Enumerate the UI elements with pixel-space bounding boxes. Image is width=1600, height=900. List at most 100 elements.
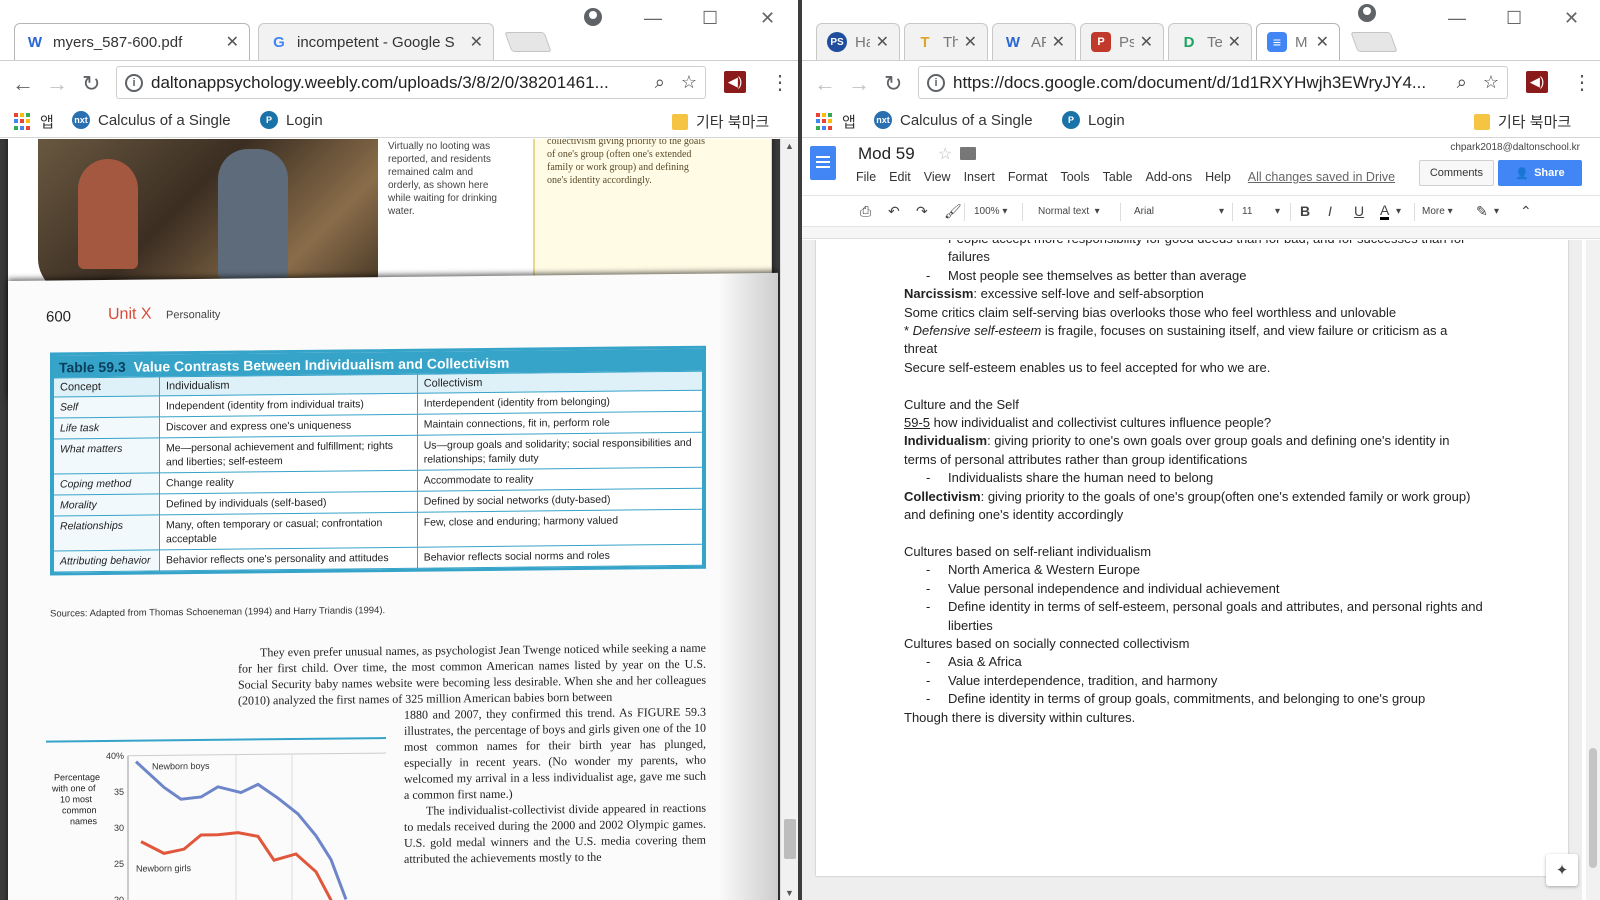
tab-4[interactable]: P Ps ✕: [1080, 23, 1164, 60]
bookmark-other[interactable]: 기타 북마크: [1474, 111, 1571, 132]
italic-icon[interactable]: I: [1328, 203, 1332, 219]
speaker-extension-icon[interactable]: ◀): [724, 71, 746, 93]
tab-pdf[interactable]: W myers_587-600.pdf ✕: [14, 23, 250, 60]
menu-edit[interactable]: Edit: [889, 170, 911, 184]
print-icon[interactable]: ⎙: [860, 203, 871, 220]
editing-mode-icon[interactable]: ✎: [1476, 203, 1488, 220]
text-color-icon[interactable]: A: [1380, 203, 1390, 220]
close-icon[interactable]: ✕: [470, 32, 483, 52]
style-select[interactable]: Normal text ▾: [1038, 206, 1100, 217]
maximize-icon[interactable]: ☐: [1506, 8, 1522, 29]
bookmark-star-icon[interactable]: ☆: [1483, 72, 1499, 93]
star-icon[interactable]: ☆: [938, 144, 952, 164]
menu-view[interactable]: View: [924, 170, 951, 184]
forward-icon[interactable]: →: [848, 71, 870, 97]
bookmark-login[interactable]: P Login: [1062, 111, 1125, 129]
scroll-thumb[interactable]: [1589, 748, 1597, 868]
bookmark-other[interactable]: 기타 북마크: [672, 111, 769, 132]
menu-file[interactable]: File: [856, 170, 876, 184]
menu-tools[interactable]: Tools: [1060, 170, 1089, 184]
ruler[interactable]: [802, 227, 1600, 239]
chevron-down-icon[interactable]: ▾: [1396, 206, 1401, 217]
tab-2[interactable]: T Th ✕: [904, 23, 988, 60]
doc-link[interactable]: 59-5: [904, 415, 930, 430]
close-icon[interactable]: ✕: [1228, 32, 1241, 52]
address-bar[interactable]: i https://docs.google.com/document/d/1d1…: [918, 66, 1508, 99]
explore-icon[interactable]: ✦: [1546, 854, 1578, 886]
menu-icon[interactable]: ⋮: [770, 70, 790, 95]
back-icon[interactable]: ←: [814, 71, 836, 97]
undo-icon[interactable]: ↶: [888, 203, 900, 220]
zoom-icon[interactable]: ⌕: [655, 72, 665, 93]
back-icon[interactable]: ←: [12, 71, 34, 97]
close-window-icon[interactable]: ✕: [760, 8, 775, 29]
minimize-icon[interactable]: —: [644, 8, 662, 29]
bookmark-apps[interactable]: 앱: [816, 111, 856, 132]
forward-icon[interactable]: →: [46, 71, 68, 97]
chevron-down-icon[interactable]: ▾: [1494, 206, 1499, 217]
info-icon[interactable]: i: [125, 73, 143, 92]
reload-icon[interactable]: ↻: [884, 71, 902, 97]
tab-3[interactable]: W AF ✕: [992, 23, 1076, 60]
bookmark-calculus[interactable]: nxt Calculus of a Single: [72, 111, 231, 129]
tab-6[interactable]: ≡ M ✕: [1256, 23, 1340, 60]
scroll-down-icon[interactable]: ▼: [785, 888, 794, 898]
underline-icon[interactable]: U: [1354, 203, 1364, 219]
close-window-icon[interactable]: ✕: [1564, 8, 1579, 29]
minimize-icon[interactable]: —: [1448, 8, 1466, 29]
bookmark-login[interactable]: P Login: [260, 111, 323, 129]
scroll-up-icon[interactable]: ▲: [785, 141, 794, 151]
docs-canvas[interactable]: People accept more responsibility for go…: [802, 240, 1582, 900]
save-status[interactable]: All changes saved in Drive: [1248, 170, 1395, 184]
scroll-thumb[interactable]: [784, 819, 796, 859]
account-email[interactable]: chpark2018@daltonschool.kr: [1450, 142, 1580, 153]
menu-insert[interactable]: Insert: [964, 170, 995, 184]
profile-icon[interactable]: [1358, 4, 1376, 22]
photo-caption: earthquake and tsunami. Virtually no loo…: [388, 141, 497, 217]
new-tab-button[interactable]: [1350, 32, 1398, 52]
menu-add-ons[interactable]: Add-ons: [1146, 170, 1193, 184]
comments-button[interactable]: Comments: [1418, 160, 1494, 186]
tab-google-search[interactable]: G incompetent - Google S ✕: [258, 23, 494, 60]
close-icon[interactable]: ✕: [876, 32, 889, 52]
docs-scrollbar[interactable]: [1586, 240, 1600, 900]
doc-title[interactable]: Mod 59: [858, 144, 915, 164]
bookmark-star-icon[interactable]: ☆: [681, 72, 697, 93]
more-button[interactable]: More ▾: [1422, 206, 1453, 217]
share-button[interactable]: 👤 Share: [1498, 160, 1582, 186]
weebly-favicon-icon: W: [27, 33, 43, 51]
close-icon[interactable]: ✕: [1140, 32, 1153, 52]
maximize-icon[interactable]: ☐: [702, 8, 718, 29]
close-icon[interactable]: ✕: [964, 32, 977, 52]
move-folder-icon[interactable]: [960, 147, 976, 160]
bold-icon[interactable]: B: [1300, 203, 1310, 219]
docs-logo-icon[interactable]: [810, 146, 836, 180]
menu-help[interactable]: Help: [1205, 170, 1231, 184]
bookmark-apps[interactable]: 앱: [14, 111, 54, 132]
menu-table[interactable]: Table: [1103, 170, 1133, 184]
reload-icon[interactable]: ↻: [82, 71, 100, 97]
profile-icon[interactable]: [584, 8, 602, 26]
bookmark-calculus[interactable]: nxt Calculus of a Single: [874, 111, 1033, 129]
info-icon[interactable]: i: [927, 73, 945, 92]
tab-1[interactable]: PS Ha ✕: [816, 23, 900, 60]
close-icon[interactable]: ✕: [1052, 32, 1065, 52]
doc-content[interactable]: People accept more responsibility for go…: [904, 240, 1484, 727]
tab-5[interactable]: D Te ✕: [1168, 23, 1252, 60]
speaker-extension-icon[interactable]: ◀): [1526, 71, 1548, 93]
pdf-viewer[interactable]: earthquake and tsunami. Virtually no loo…: [0, 139, 798, 900]
close-icon[interactable]: ✕: [226, 32, 239, 52]
address-bar[interactable]: i daltonappsychology.weebly.com/uploads/…: [116, 66, 706, 99]
redo-icon[interactable]: ↷: [916, 203, 928, 220]
menu-icon[interactable]: ⋮: [1572, 70, 1592, 95]
menu-format[interactable]: Format: [1008, 170, 1048, 184]
collapse-icon[interactable]: ⌃: [1520, 203, 1532, 220]
zoom-icon[interactable]: ⌕: [1457, 72, 1467, 93]
zoom-select[interactable]: 100% ▾: [974, 206, 1007, 217]
close-icon[interactable]: ✕: [1316, 32, 1329, 52]
new-tab-button[interactable]: [504, 32, 552, 52]
paint-format-icon[interactable]: 🖌: [944, 203, 962, 220]
font-select[interactable]: Arial ▾: [1134, 206, 1224, 217]
pdf-scrollbar[interactable]: ▲ ▼: [780, 139, 798, 900]
font-size-select[interactable]: 11 ▾: [1242, 206, 1280, 217]
